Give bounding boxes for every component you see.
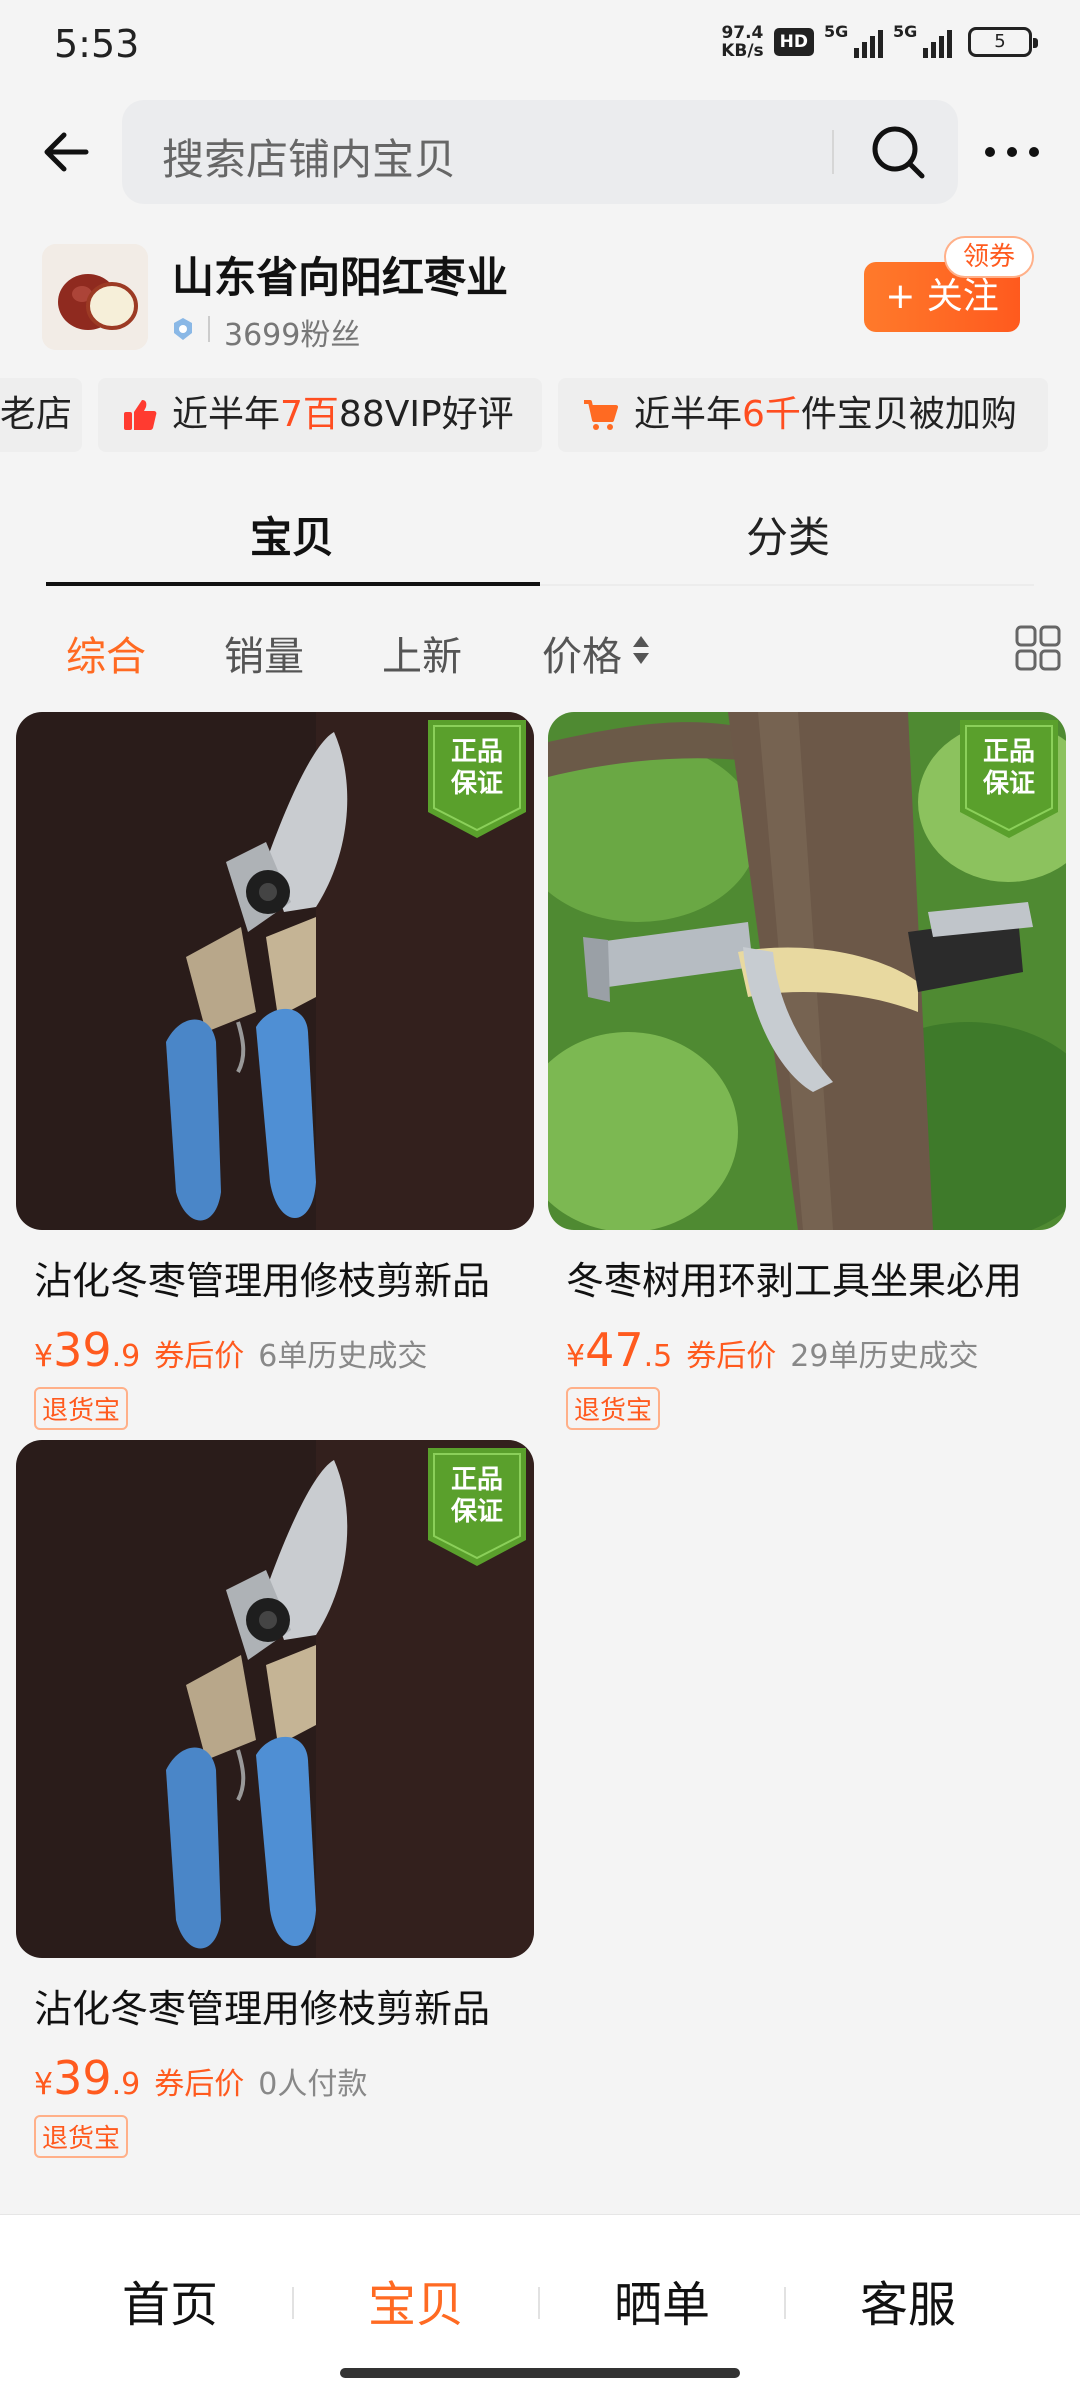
sim1-network-label: 5G [824,22,849,41]
highlight-number: 7百 [280,394,339,435]
badge-line1: 正品 [451,737,503,767]
product-card[interactable]: 正品 保证 沾化冬枣管理用修枝剪新品 ¥ 39 .9 券后价 0人付款 退货宝 [16,1440,534,2158]
return-insurance-tag: 退货宝 [566,1387,661,1430]
content-tabs: 宝贝 分类 [0,486,1080,590]
signal-icon-sim1: 5G [824,22,883,58]
price-note: 券后价 [686,1339,777,1374]
price-note: 券后价 [154,1339,245,1374]
price-integer: 39 [53,2051,112,2105]
badge-line2: 保证 [450,769,503,799]
price-symbol: ¥ [34,2067,54,2102]
network-speed-unit: KB/s [721,41,764,61]
sort-comprehensive[interactable]: 综合 [66,624,146,682]
sales-count: 0人付款 [258,2067,368,2102]
price-row: ¥ 39 .9 券后价 0人付款 [16,2051,534,2105]
back-arrow-icon[interactable] [38,122,98,182]
highlight-text: 老店 [0,394,73,435]
sim2-network-label: 5G [893,22,918,41]
product-image-girdling-tool[interactable]: 正品 保证 [548,712,1066,1230]
battery-icon: 5 [968,27,1038,57]
thumbs-up-icon [124,400,157,430]
shop-name[interactable]: 山东省向阳红枣业 [172,244,508,305]
nav-reviews[interactable]: 晒单 [538,2265,786,2335]
product-image-pruning-shears[interactable]: 正品 保证 [16,712,534,1230]
authentic-guarantee-badge: 正品 保证 [960,720,1058,838]
divider [208,316,210,342]
badge-line2: 保证 [982,769,1035,799]
authentic-guarantee-badge: 正品 保证 [428,1448,526,1566]
network-speed: 97.4 KB/s [721,24,763,60]
fans-count: 3699粉丝 [224,318,361,353]
badge-line2: 保证 [450,1497,503,1527]
product-card[interactable]: 正品 保证 冬枣树用环剥工具坐果必用 ¥ 47 .5 券后价 29单历史成交 退… [548,712,1066,1430]
price-note: 券后价 [154,2067,245,2102]
hd-voice-icon: HD [773,28,814,56]
highlight-chip-reviews[interactable]: 近半年7百88VIP好评 [98,378,542,452]
product-card[interactable]: 正品 保证 沾化冬枣管理用修枝剪新品 ¥ 39 .9 券后价 6单历史成交 退货… [16,712,534,1430]
return-insurance-tag: 退货宝 [34,1387,129,1430]
search-input[interactable]: 搜索店铺内宝贝 [122,100,958,204]
badge-line1: 正品 [983,737,1035,767]
home-indicator[interactable] [340,2368,740,2378]
highlight-number: 6千 [742,394,801,435]
highlight-chip-cart[interactable]: 近半年6千件宝贝被加购 [558,378,1048,452]
tab-categories[interactable]: 分类 [746,504,830,565]
price-symbol: ¥ [566,1339,586,1374]
highlight-chip-old-shop[interactable]: 老店 [0,378,82,452]
price-row: ¥ 39 .9 券后价 6单历史成交 [16,1323,534,1377]
coupon-tag[interactable]: 领券 [944,236,1034,278]
sort-newest[interactable]: 上新 [382,624,462,682]
search-icon[interactable] [868,122,928,182]
product-title[interactable]: 冬枣树用环剥工具坐果必用 [548,1250,1066,1305]
nav-customer-service[interactable]: 客服 [784,2265,1032,2335]
search-divider [832,130,834,174]
status-time: 5:53 [54,22,140,66]
shop-level-icon [174,318,192,340]
sort-sales[interactable]: 销量 [224,624,304,682]
header: 搜索店铺内宝贝 [0,92,1080,212]
status-bar: 5:53 97.4 KB/s HD 5G 5G 5 [0,0,1080,92]
sales-count: 29单历史成交 [790,1339,979,1374]
nav-products[interactable]: 宝贝 [292,2265,540,2335]
shop-highlights: 老店 近半年7百88VIP好评 近半年6千件宝贝被加购 [0,378,1080,452]
price-symbol: ¥ [34,1339,54,1374]
nav-home[interactable]: 首页 [46,2265,294,2335]
tab-divider [540,584,1034,586]
tab-products[interactable]: 宝贝 [250,504,334,565]
product-image-pruning-shears[interactable]: 正品 保证 [16,1440,534,1958]
price-decimal: .5 [643,1339,673,1374]
badge-line1: 正品 [451,1465,503,1495]
highlight-text: 88VIP好评 [338,394,514,435]
active-tab-indicator [46,582,540,586]
sort-bar: 综合 销量 上新 价格 [0,610,1080,690]
status-indicators: 97.4 KB/s HD 5G 5G 5 [721,22,1038,60]
search-placeholder: 搜索店铺内宝贝 [162,135,457,184]
more-icon[interactable] [982,134,1042,170]
return-insurance-tag: 退货宝 [34,2115,129,2158]
cart-icon [584,400,618,430]
sales-count: 6单历史成交 [258,1339,428,1374]
highlight-text: 近半年 [172,394,281,435]
product-title[interactable]: 沾化冬枣管理用修枝剪新品 [16,1250,534,1305]
authentic-guarantee-badge: 正品 保证 [428,720,526,838]
price-decimal: .9 [111,1339,141,1374]
shop-logo[interactable] [42,244,148,350]
network-speed-value: 97.4 [721,23,764,43]
price-integer: 39 [53,1323,112,1377]
highlight-text: 件宝贝被加购 [800,394,1017,435]
highlight-text: 近半年 [634,394,743,435]
product-title[interactable]: 沾化冬枣管理用修枝剪新品 [16,1978,534,2033]
signal-icon-sim2: 5G [893,22,952,58]
price-row: ¥ 47 .5 券后价 29单历史成交 [548,1323,1066,1377]
sort-arrows-icon[interactable] [630,632,652,668]
price-decimal: .9 [111,2067,141,2102]
grid-view-icon[interactable] [1014,624,1062,672]
sort-price[interactable]: 价格 [542,624,622,682]
price-integer: 47 [585,1323,644,1377]
